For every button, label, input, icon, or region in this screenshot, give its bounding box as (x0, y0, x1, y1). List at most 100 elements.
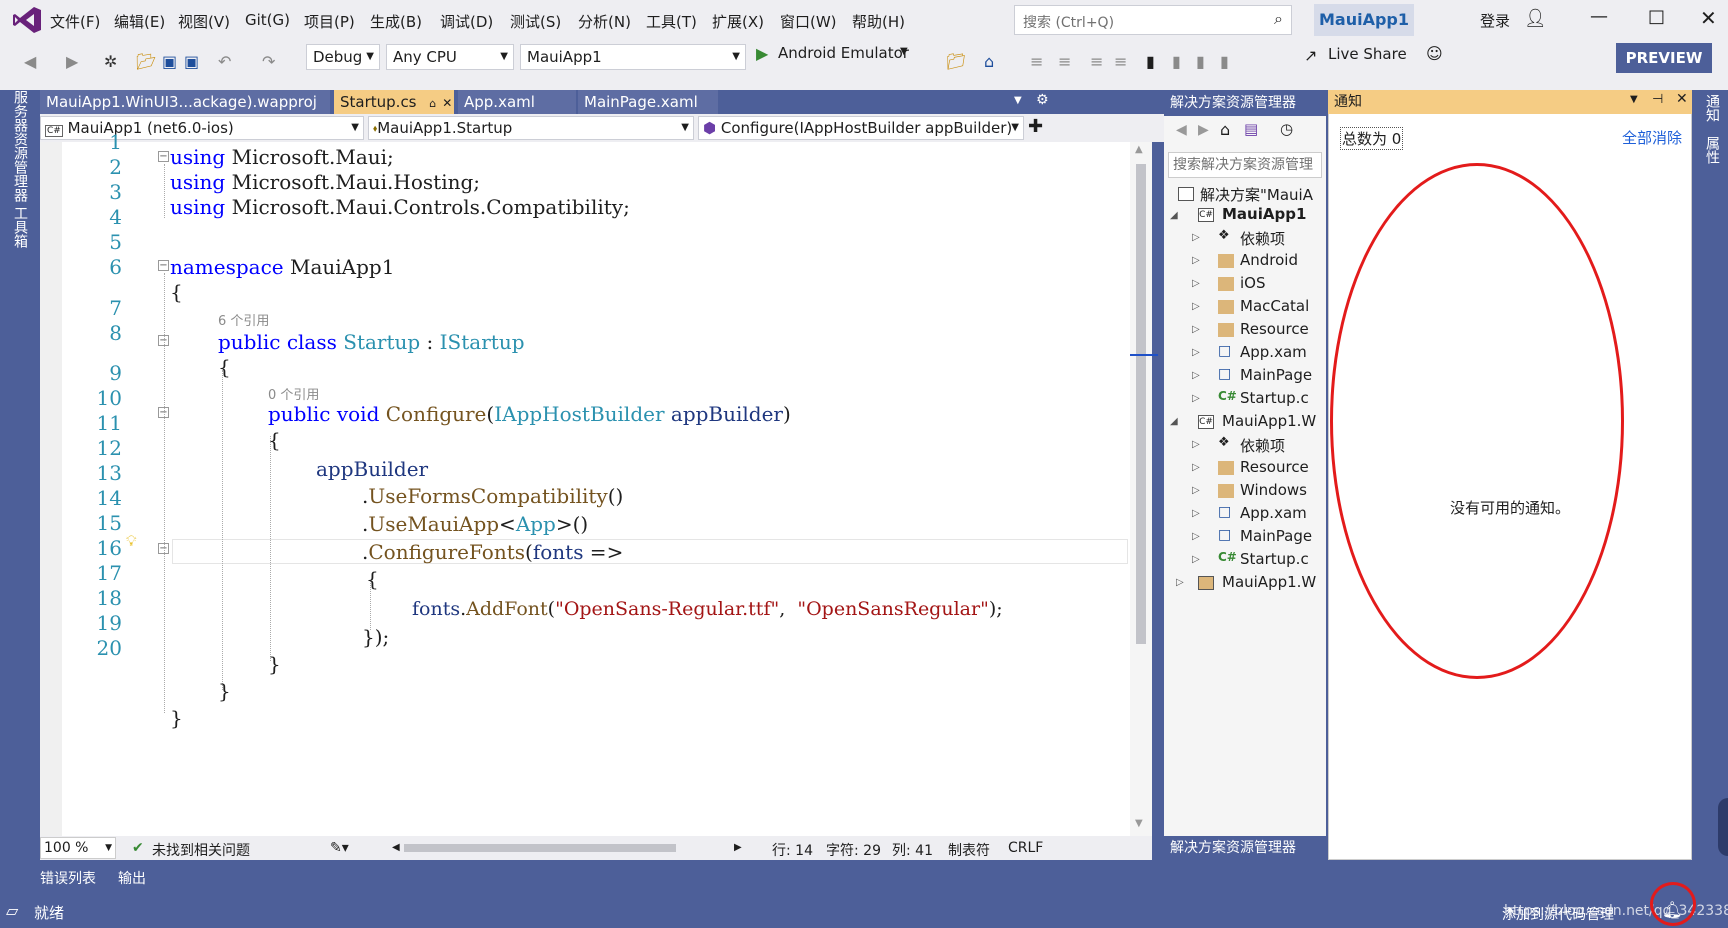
reference-count[interactable]: 0 个引用 (268, 384, 319, 403)
properties-tab[interactable]: 属性 (1702, 136, 1722, 164)
notifications-tab[interactable]: 通知 (1702, 94, 1722, 122)
tree-item-startup-cs[interactable]: Startup.c (1240, 389, 1309, 407)
history-icon[interactable]: ◷ (1280, 120, 1293, 138)
line-ending-indicator[interactable]: CRLF (1008, 840, 1043, 856)
solution-search-input[interactable]: 搜索解决方案资源管理 (1168, 152, 1322, 178)
maximize-icon[interactable]: □ (1648, 6, 1665, 27)
tab-startup-cs[interactable]: Startup.cs ⌂ ✕ (334, 90, 454, 114)
collapsed-arrow-icon[interactable]: ▷ (1192, 347, 1200, 358)
menu-extensions[interactable]: 扩展(X) (712, 11, 764, 32)
vertical-scrollbar[interactable]: ▲ ▼ (1130, 142, 1158, 836)
collapsed-arrow-icon[interactable]: ▷ (1192, 462, 1200, 473)
scroll-left-icon[interactable]: ◀ (392, 842, 400, 853)
close-icon[interactable]: ✕ (442, 96, 452, 110)
reference-count[interactable]: 6 个引用 (218, 310, 269, 329)
undo-icon[interactable]: ↶ (218, 52, 231, 71)
horizontal-scrollbar-thumb[interactable] (404, 844, 676, 852)
tree-item-maccatalyst[interactable]: MacCatal (1240, 297, 1309, 315)
tab-output[interactable]: 输出 (118, 868, 146, 888)
side-round-button[interactable] (1718, 798, 1728, 856)
tree-item-mainpage[interactable]: MainPage (1240, 527, 1312, 545)
menu-window[interactable]: 窗口(W) (780, 11, 837, 32)
collapsed-arrow-icon[interactable]: ▷ (1192, 531, 1200, 542)
collapsed-arrow-icon[interactable]: ▷ (1192, 324, 1200, 335)
tree-item-resources[interactable]: Resource (1240, 320, 1309, 338)
collapsed-arrow-icon[interactable]: ▷ (1192, 485, 1200, 496)
collapsed-arrow-icon[interactable]: ▷ (1192, 255, 1200, 266)
tree-item-mainpage[interactable]: MainPage (1240, 366, 1312, 384)
menu-test[interactable]: 测试(S) (510, 11, 561, 32)
collapsed-arrow-icon[interactable]: ▷ (1192, 232, 1200, 243)
pin-icon[interactable]: ⊣ (1652, 92, 1663, 107)
tree-item-windows[interactable]: Windows (1240, 481, 1307, 499)
folder-search-icon[interactable]: 📁︎ (946, 52, 966, 71)
platform-select[interactable]: Any CPU ▼ (386, 44, 514, 70)
window-menu-icon[interactable]: ▼ (1630, 94, 1638, 105)
tree-item-startup-cs[interactable]: Startup.c (1240, 550, 1309, 568)
back-icon[interactable]: ◀ (1176, 122, 1187, 138)
add-to-source-control[interactable]: 添加到源代码管理 (1502, 904, 1614, 924)
indent-icon[interactable]: ≡ (1030, 52, 1043, 71)
collapsed-arrow-icon[interactable]: ▷ (1192, 393, 1200, 404)
search-input[interactable]: 搜索 (Ctrl+Q) ⌕ (1014, 5, 1292, 35)
home-icon[interactable]: ⌂ (1220, 120, 1230, 139)
split-icon[interactable]: ✚ (1028, 116, 1043, 137)
uncomment-icon[interactable]: ≡ (1114, 52, 1127, 71)
tab-mainpage-xaml[interactable]: MainPage.xaml (578, 90, 718, 114)
tree-item-wapproj[interactable]: MauiApp1.W (1222, 573, 1316, 591)
menu-edit[interactable]: 编辑(E) (114, 11, 165, 32)
tree-item-solution[interactable]: 解决方案"MauiA (1200, 184, 1313, 205)
indent-mode-indicator[interactable]: 制表符 (948, 840, 990, 860)
prev-bookmark-icon[interactable]: ▮ (1172, 52, 1181, 71)
menu-debug[interactable]: 调试(D) (440, 11, 493, 32)
close-icon[interactable]: ✕ (1700, 6, 1717, 30)
brush-icon[interactable]: ✎▾ (330, 840, 349, 856)
menu-help[interactable]: 帮助(H) (852, 11, 905, 32)
open-folder-icon[interactable]: 📂︎ (136, 52, 156, 71)
collapse-icon[interactable]: − (158, 260, 169, 271)
gear-icon[interactable]: ⚙ (1036, 92, 1049, 108)
collapsed-arrow-icon[interactable]: ▷ (1192, 370, 1200, 381)
menu-file[interactable]: 文件(F) (50, 11, 100, 32)
config-select[interactable]: Debug ▼ (306, 44, 380, 70)
pin-icon[interactable]: ⌂ (429, 97, 436, 110)
save-all-icon[interactable]: ▣ (184, 52, 199, 71)
menu-view[interactable]: 视图(V) (178, 11, 230, 32)
collapsed-arrow-icon[interactable]: ▷ (1192, 439, 1200, 450)
scroll-right-icon[interactable]: ▶ (734, 842, 742, 853)
menu-tools[interactable]: 工具(T) (646, 11, 697, 32)
tree-item-winui-project[interactable]: MauiApp1.W (1222, 412, 1316, 430)
scroll-up-icon[interactable]: ▲ (1135, 144, 1143, 155)
clear-bookmarks-icon[interactable]: ▮ (1220, 52, 1229, 71)
play-icon[interactable]: ▶ (756, 44, 768, 63)
collapsed-arrow-icon[interactable]: ▷ (1192, 554, 1200, 565)
collapse-icon[interactable]: − (158, 151, 169, 162)
tree-item-resources[interactable]: Resource (1240, 458, 1309, 476)
tree-item-android[interactable]: Android (1240, 251, 1298, 269)
tab-error-list[interactable]: 错误列表 (40, 868, 96, 888)
tree-item-dependencies[interactable]: 依赖项 (1240, 435, 1285, 456)
account-icon[interactable]: 👤︎ (1524, 8, 1547, 29)
new-item-icon[interactable]: ✲ (104, 52, 117, 71)
server-explorer-tab[interactable]: 服务器资源管理器 (10, 90, 30, 202)
back-icon[interactable]: ◀ (24, 52, 36, 71)
tree-item-app-xaml[interactable]: App.xam (1240, 504, 1307, 522)
expanded-arrow-icon[interactable]: ◢ (1170, 416, 1178, 427)
collapsed-arrow-icon[interactable]: ▷ (1192, 278, 1200, 289)
tab-app-xaml[interactable]: App.xaml (458, 90, 576, 114)
menu-git[interactable]: Git(G) (245, 11, 290, 29)
scroll-down-icon[interactable]: ▼ (1135, 818, 1143, 829)
forward-icon[interactable]: ▶ (1198, 122, 1209, 138)
next-bookmark-icon[interactable]: ▮ (1196, 52, 1205, 71)
minimize-icon[interactable]: — (1590, 6, 1608, 27)
member-dropdown[interactable]: ⬢ Configure(IAppHostBuilder appBuilder) ▼ (698, 116, 1024, 140)
feedback-icon[interactable]: ☺ (1426, 44, 1443, 63)
tab-wapproj[interactable]: MauiApp1.WinUI3...ackage).wapproj (40, 90, 330, 114)
forward-icon[interactable]: ▶ (66, 52, 78, 71)
collapsed-arrow-icon[interactable]: ▷ (1176, 577, 1184, 588)
clear-all-link[interactable]: 全部消除 (1622, 127, 1682, 148)
collapsed-arrow-icon[interactable]: ▷ (1192, 301, 1200, 312)
toolbox-tab[interactable]: 工具箱 (10, 206, 30, 248)
menu-analyze[interactable]: 分析(N) (578, 11, 631, 32)
scrollbar-thumb[interactable] (1136, 164, 1146, 644)
